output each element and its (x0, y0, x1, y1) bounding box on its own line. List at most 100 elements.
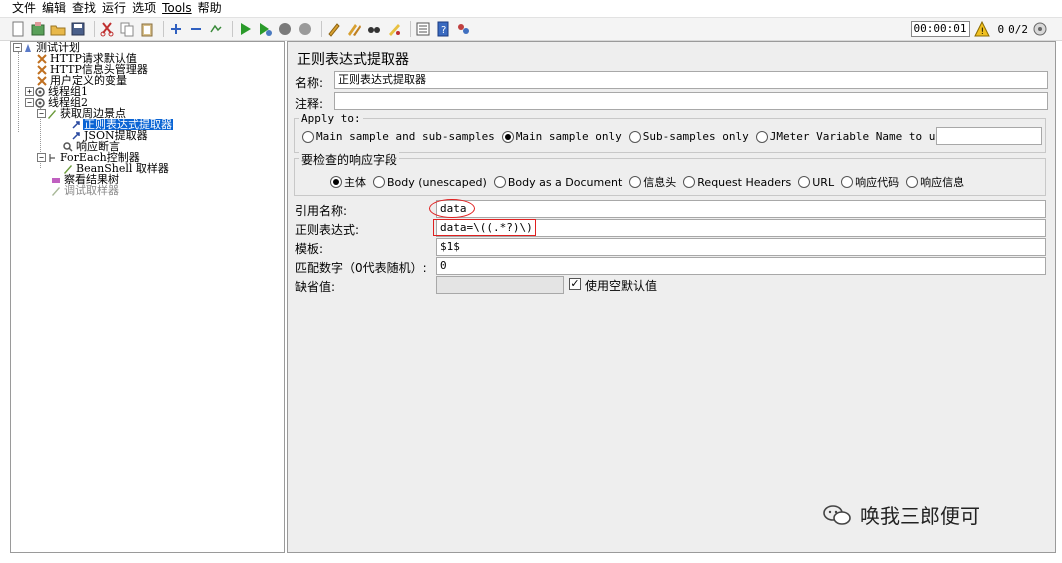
radio-main-only[interactable]: Main sample only (501, 130, 622, 143)
annotation-rect (433, 219, 536, 236)
regex-extractor-panel: 正则表达式提取器 名称: 正则表达式提取器 注释: Apply to: Main… (287, 41, 1056, 553)
menu-search[interactable]: 查找 (72, 1, 96, 15)
collapse-toggle[interactable]: − (37, 153, 46, 162)
clear-all-icon[interactable] (346, 21, 362, 37)
copy-icon[interactable] (119, 21, 135, 37)
comment-field[interactable] (334, 92, 1048, 110)
test-plan-tree[interactable]: − 测试计划 HTTP请求默认值 HTTP信息头管理器 用户定义的变量 + 线程… (10, 41, 285, 553)
radio-button[interactable] (493, 176, 506, 188)
radio-response-message[interactable]: 响应信息 (906, 174, 964, 190)
radio-body[interactable]: 主体 (330, 174, 366, 190)
menu-edit[interactable]: 编辑 (42, 1, 66, 15)
radio-button[interactable] (373, 176, 385, 188)
radio-url[interactable]: URL (798, 176, 834, 189)
default-value-label: 缺省值: (295, 280, 336, 294)
open-icon[interactable] (50, 21, 66, 37)
start-no-pause-icon[interactable] (257, 21, 273, 37)
expand-icon[interactable] (168, 21, 184, 37)
radio-button[interactable] (628, 130, 641, 143)
help-icon[interactable]: ? (435, 21, 451, 37)
radio-button-selected[interactable] (501, 130, 514, 143)
default-value-field[interactable] (436, 276, 564, 294)
menu-run[interactable]: 运行 (102, 1, 126, 15)
toggle-icon[interactable] (208, 21, 224, 37)
radio-jmeter-variable[interactable]: JMeter Variable Name to use (755, 130, 949, 143)
collapse-icon[interactable] (188, 21, 204, 37)
field-to-check-options: 主体 Body (unescaped) Body as a Document 信… (330, 174, 971, 190)
collapse-toggle[interactable]: − (37, 109, 46, 118)
radio-body-as-document[interactable]: Body as a Document (493, 176, 622, 189)
start-icon[interactable] (237, 21, 253, 37)
assertion-icon (63, 141, 73, 152)
jmeter-variable-input[interactable] (936, 127, 1042, 145)
toolbar: ? 00:00:01 ! 0 0/2 (0, 17, 1062, 41)
wrench-icon (37, 75, 47, 86)
toolbar-separator (94, 21, 95, 37)
use-empty-default-label: 使用空默认值 (585, 279, 658, 293)
radio-button-selected[interactable] (330, 176, 342, 188)
warning-icon[interactable]: ! (973, 21, 990, 37)
cut-icon[interactable] (99, 21, 115, 37)
template-field[interactable]: $1$ (436, 238, 1046, 256)
ref-name-label: 引用名称: (295, 204, 348, 218)
thread-group-icon (35, 97, 45, 108)
expand-toggle[interactable]: + (25, 87, 34, 96)
clear-icon[interactable] (326, 21, 342, 37)
toolbar-separator (410, 21, 411, 37)
name-label: 名称: (295, 76, 324, 90)
wrench-icon (37, 64, 47, 75)
extractor-icon (71, 120, 81, 130)
field-to-check-title: 要检查的响应字段 (299, 151, 400, 168)
menu-help[interactable]: 帮助 (198, 1, 222, 15)
function-helper-icon[interactable] (415, 21, 431, 37)
match-no-label: 匹配数字（0代表随机）: (295, 261, 427, 275)
extractor-icon (71, 131, 81, 141)
reset-search-icon[interactable] (386, 21, 402, 37)
match-no-field[interactable]: 0 (436, 257, 1046, 275)
new-icon[interactable] (10, 21, 26, 37)
radio-sub-only[interactable]: Sub-samples only (628, 130, 749, 143)
radio-main-and-sub[interactable]: Main sample and sub-samples (302, 130, 495, 143)
name-field[interactable]: 正则表达式提取器 (334, 71, 1048, 89)
stop-icon[interactable] (277, 21, 293, 37)
save-icon[interactable] (70, 21, 86, 37)
wrench-icon (37, 53, 47, 64)
test-plan-icon (23, 43, 33, 53)
radio-body-unescaped[interactable]: Body (unescaped) (373, 176, 487, 189)
watermark-text: 唤我三郎便可 (860, 504, 980, 528)
collapse-toggle[interactable]: − (25, 98, 34, 107)
toolbar-separator (232, 21, 233, 37)
radio-response-code[interactable]: 响应代码 (841, 174, 899, 190)
menu-options[interactable]: 选项 (132, 1, 156, 15)
tree-node-debug-sampler[interactable]: 调试取样器 (51, 185, 120, 196)
template-label: 模板: (295, 242, 324, 256)
radio-button[interactable] (629, 176, 642, 188)
radio-button[interactable] (755, 130, 768, 143)
search-icon[interactable] (366, 21, 382, 37)
radio-button[interactable] (841, 176, 854, 188)
shutdown-icon[interactable] (297, 21, 313, 37)
use-empty-default-checkbox[interactable]: ✓ (569, 278, 581, 290)
collapse-toggle[interactable]: − (13, 43, 22, 52)
remote-icon[interactable] (455, 21, 471, 37)
radio-button[interactable] (683, 176, 696, 188)
radio-button[interactable] (798, 176, 811, 188)
annotation-oval (429, 199, 475, 218)
paste-icon[interactable] (139, 21, 155, 37)
menu-file[interactable]: 文件 (12, 1, 36, 15)
warning-count: 0 (997, 22, 1005, 36)
sampler-icon (63, 164, 73, 174)
ref-name-field[interactable]: data (436, 200, 1046, 218)
sampler-icon (51, 186, 61, 196)
menu-tools[interactable]: Tools (162, 1, 192, 15)
radio-button[interactable] (302, 130, 314, 143)
menu-bar: 文件 编辑 查找 运行 选项 Tools 帮助 (0, 0, 1062, 16)
watermark: 唤我三郎便可 (822, 500, 980, 529)
templates-icon[interactable] (30, 21, 46, 37)
radio-request-headers[interactable]: Request Headers (683, 176, 791, 189)
status-area: 00:00:01 ! 0 0/2 (910, 21, 1052, 37)
apply-to-title: Apply to: (299, 112, 363, 125)
regex-label: 正则表达式: (295, 223, 360, 237)
radio-headers[interactable]: 信息头 (629, 174, 676, 190)
radio-button[interactable] (906, 176, 919, 188)
